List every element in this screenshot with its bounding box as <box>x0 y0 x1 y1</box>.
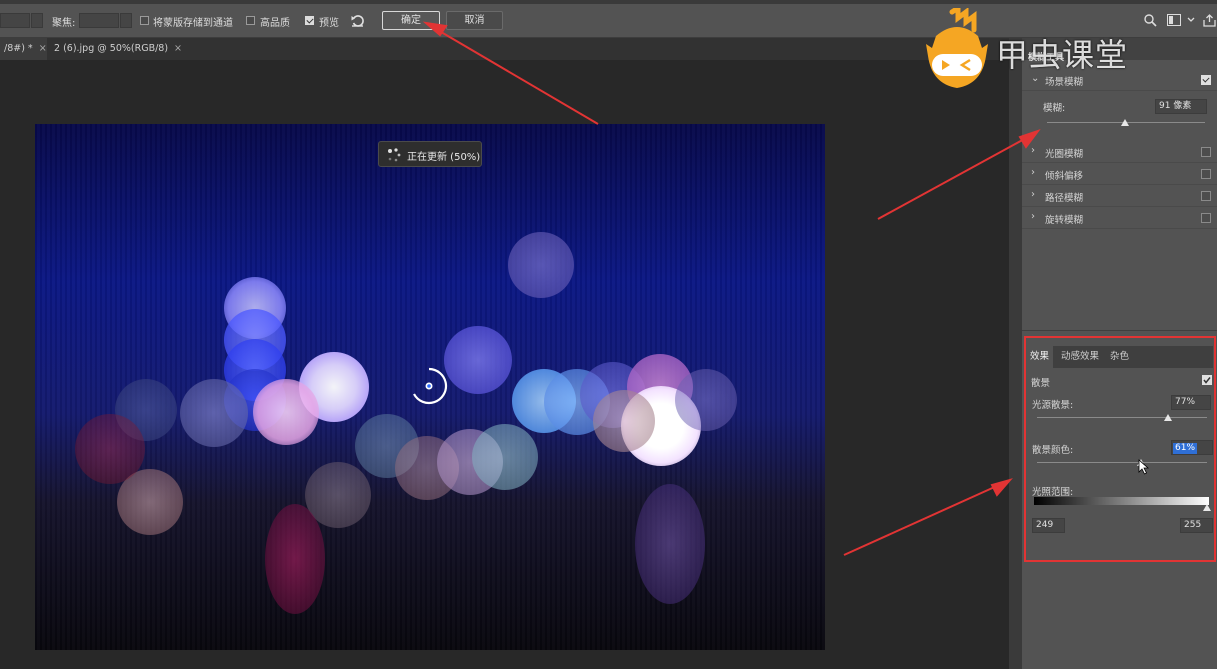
tilt-shift-checkbox[interactable] <box>1201 169 1211 179</box>
preview-checkbox[interactable] <box>305 16 314 25</box>
close-icon[interactable]: × <box>174 43 182 54</box>
blur-amount-input[interactable]: 91 像素 <box>1155 99 1207 114</box>
spin-blur-row[interactable]: › 旋转模糊 <box>1022 207 1217 229</box>
chevron-right-icon[interactable]: › <box>1031 211 1035 222</box>
preset-dropdown-icon[interactable] <box>31 13 43 28</box>
path-blur-row[interactable]: › 路径模糊 <box>1022 185 1217 207</box>
annotation-highlight-box <box>1024 336 1216 562</box>
workspace-icon[interactable] <box>1167 14 1181 29</box>
bokeh-light <box>253 379 319 445</box>
panel-dock-gutter <box>1009 38 1022 669</box>
chevron-down-icon[interactable] <box>1187 14 1195 29</box>
field-blur-label: 场景模糊 <box>1045 77 1084 88</box>
share-icon[interactable] <box>1203 14 1216 30</box>
focus-dropdown-icon[interactable] <box>120 13 132 28</box>
close-icon[interactable]: × <box>39 43 47 54</box>
chevron-right-icon[interactable]: › <box>1031 145 1035 156</box>
document-tab-1[interactable]: /8#) * × <box>0 38 47 60</box>
bokeh-light <box>675 369 737 431</box>
chevron-right-icon[interactable]: › <box>1031 189 1035 200</box>
tilt-shift-label: 倾斜偏移 <box>1045 171 1084 182</box>
ok-button[interactable]: 确定 <box>382 11 440 30</box>
preset-select[interactable] <box>0 13 30 28</box>
path-blur-checkbox[interactable] <box>1201 191 1211 201</box>
update-status-text: 正在更新 (50%) <box>407 152 481 163</box>
spin-blur-label: 旋转模糊 <box>1045 215 1084 226</box>
iris-blur-label: 光圈模糊 <box>1045 149 1084 160</box>
beetle-logo-icon <box>926 8 988 88</box>
bokeh-light <box>180 379 248 447</box>
chevron-right-icon[interactable]: › <box>1031 167 1035 178</box>
bokeh-light <box>75 414 145 484</box>
preview-label: 预览 <box>319 18 339 29</box>
bokeh-light <box>593 390 655 452</box>
blur-pin-spinner-icon[interactable] <box>410 367 448 405</box>
save-mask-checkbox[interactable] <box>140 16 149 25</box>
blur-amount-slider-thumb[interactable] <box>1121 119 1129 126</box>
high-quality-checkbox[interactable] <box>246 16 255 25</box>
spin-blur-checkbox[interactable] <box>1201 213 1211 223</box>
bokeh-light <box>472 424 538 490</box>
path-blur-label: 路径模糊 <box>1045 193 1084 204</box>
tab-label: /8#) * <box>4 43 33 54</box>
update-status-chip: 正在更新 (50%) <box>378 141 482 167</box>
bokeh-light <box>444 326 512 394</box>
iris-blur-row[interactable]: › 光圈模糊 <box>1022 141 1217 163</box>
reset-icon[interactable] <box>351 15 364 27</box>
bokeh-reflection <box>265 504 325 614</box>
high-quality-label: 高品质 <box>260 18 290 29</box>
document-tab-2[interactable]: 2 (6).jpg @ 50%(RGB/8) × <box>50 38 182 60</box>
save-mask-label: 将蒙版存储到通道 <box>153 18 233 29</box>
bokeh-light <box>508 232 574 298</box>
search-icon[interactable] <box>1144 14 1157 30</box>
panel-divider <box>1022 330 1217 331</box>
focus-input[interactable] <box>79 13 119 28</box>
loading-dots-icon <box>388 148 401 162</box>
tilt-shift-row[interactable]: › 倾斜偏移 <box>1022 163 1217 185</box>
bokeh-reflection <box>635 484 705 604</box>
blur-amount-label: 模糊: <box>1043 103 1066 114</box>
watermark-text: 甲虫课堂 <box>996 36 1129 74</box>
iris-blur-checkbox[interactable] <box>1201 147 1211 157</box>
document-tab-bar: /8#) * × 2 (6).jpg @ 50%(RGB/8) × <box>0 38 1009 60</box>
cancel-button[interactable]: 取消 <box>446 11 503 30</box>
tab-label: 2 (6).jpg @ 50%(RGB/8) <box>54 43 169 54</box>
field-blur-checkbox[interactable] <box>1201 75 1211 85</box>
focus-label: 聚焦: <box>52 18 76 29</box>
